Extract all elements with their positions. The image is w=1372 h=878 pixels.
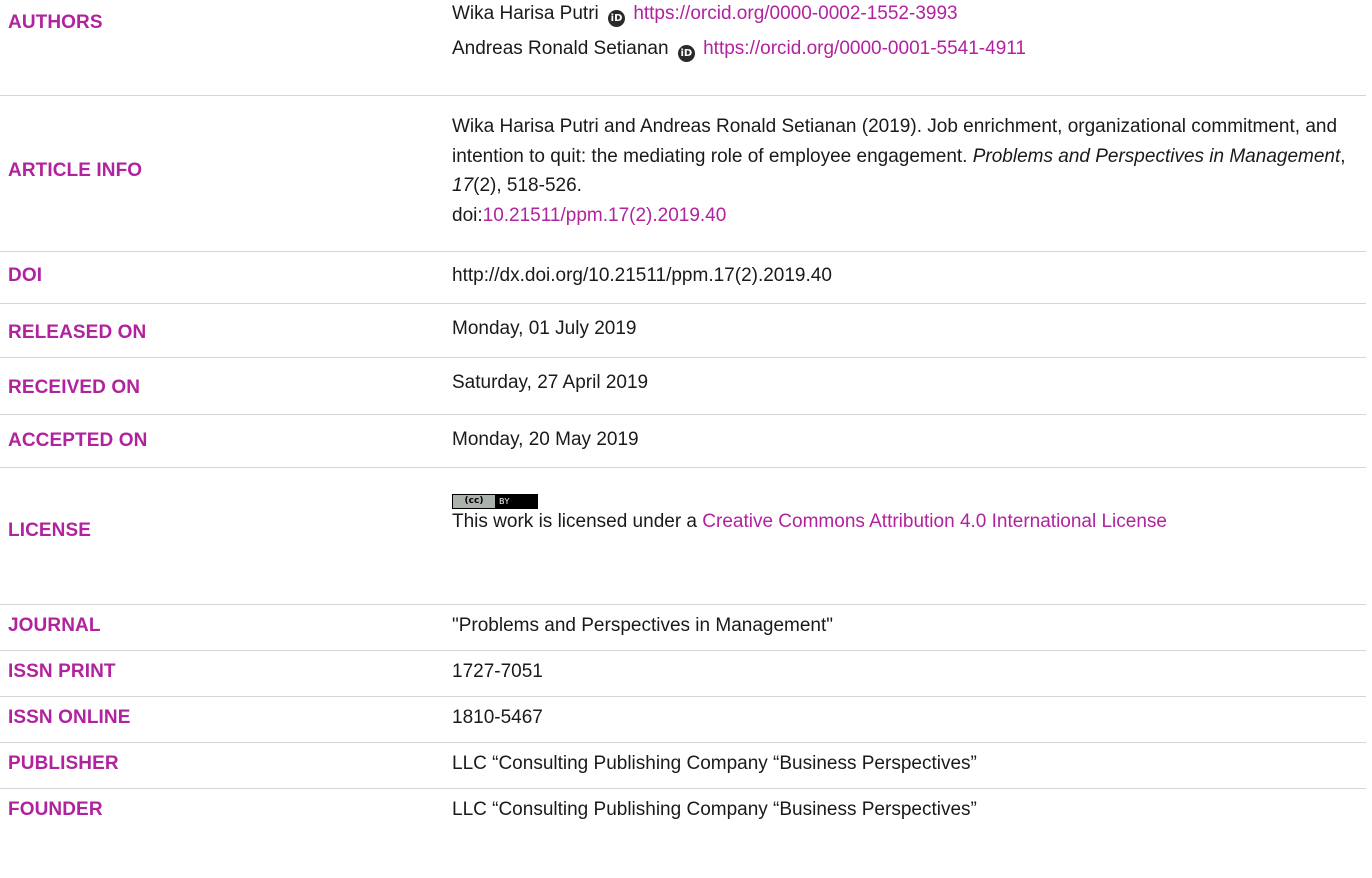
citation-sep: , — [1340, 145, 1346, 167]
founder-label: FOUNDER — [8, 799, 103, 820]
journal-value: "Problems and Perspectives in Management… — [452, 615, 834, 636]
orcid-link[interactable]: https://orcid.org/0000-0001-5541-4911 — [703, 38, 1026, 59]
authors-label: AUTHORS — [8, 12, 103, 33]
received-on-label: RECEIVED ON — [8, 377, 141, 398]
author-name: Wika Harisa Putri — [452, 3, 599, 24]
publisher-value: LLC “Consulting Publishing Company “Busi… — [452, 753, 977, 774]
citation-journal: Problems and Perspectives in Management — [972, 145, 1341, 167]
authors-row: AUTHORS Wika Harisa Putri iD https://orc… — [0, 0, 1366, 96]
orcid-icon: iD — [608, 10, 626, 27]
citation: Wika Harisa Putri and Andreas Ronald Set… — [452, 112, 1360, 230]
license-row: LICENSE (cc) BY This work is licensed un… — [0, 467, 1366, 605]
issn-online-row: ISSN ONLINE 1810-5467 — [0, 696, 1366, 743]
orcid-icon: iD — [677, 45, 695, 62]
founder-row: FOUNDER LLC “Consulting Publishing Compa… — [0, 788, 1366, 834]
citation-issue-pages: (2), 518-526. — [473, 175, 582, 196]
issn-online-label: ISSN ONLINE — [8, 707, 131, 728]
author-name: Andreas Ronald Setianan — [452, 38, 669, 59]
doi-value: http://dx.doi.org/10.21511/ppm.17(2).201… — [452, 265, 832, 286]
license-link[interactable]: Creative Commons Attribution 4.0 Interna… — [702, 511, 1167, 532]
license-text: This work is licensed under a — [452, 511, 703, 532]
publisher-label: PUBLISHER — [8, 753, 119, 774]
journal-row: JOURNAL "Problems and Perspectives in Ma… — [0, 604, 1366, 651]
article-info-label: ARTICLE INFO — [8, 160, 143, 181]
released-on-row: RELEASED ON Monday, 01 July 2019 — [0, 303, 1366, 358]
released-on-label: RELEASED ON — [8, 322, 147, 343]
doi-label: DOI — [8, 265, 43, 286]
article-info-row: ARTICLE INFO Wika Harisa Putri and Andre… — [0, 95, 1366, 252]
article-info-sheet: AUTHORS Wika Harisa Putri iD https://orc… — [0, 0, 1372, 878]
accepted-on-label: ACCEPTED ON — [8, 430, 148, 451]
received-on-row: RECEIVED ON Saturday, 27 April 2019 — [0, 357, 1366, 415]
authors-list: Wika Harisa Putri iD https://orcid.org/0… — [452, 0, 1360, 66]
accepted-on-value: Monday, 20 May 2019 — [452, 429, 639, 450]
author-entry: Andreas Ronald Setianan iD https://orcid… — [452, 31, 1360, 66]
citation-volume: 17 — [452, 175, 474, 196]
issn-online-value: 1810-5467 — [452, 707, 543, 728]
journal-label: JOURNAL — [8, 615, 101, 636]
accepted-on-row: ACCEPTED ON Monday, 20 May 2019 — [0, 414, 1366, 468]
license-value: (cc) BY This work is licensed under a Cr… — [452, 484, 1360, 537]
citation-doi-link[interactable]: 10.21511/ppm.17(2).2019.40 — [483, 205, 727, 226]
publisher-row: PUBLISHER LLC “Consulting Publishing Com… — [0, 742, 1366, 789]
author-entry: Wika Harisa Putri iD https://orcid.org/0… — [452, 0, 1360, 31]
founder-value: LLC “Consulting Publishing Company “Busi… — [452, 799, 977, 820]
license-label: LICENSE — [8, 520, 92, 541]
received-on-value: Saturday, 27 April 2019 — [452, 372, 649, 393]
issn-print-row: ISSN PRINT 1727-7051 — [0, 650, 1366, 697]
doi-row: DOI http://dx.doi.org/10.21511/ppm.17(2)… — [0, 251, 1366, 304]
released-on-value: Monday, 01 July 2019 — [452, 318, 637, 339]
doi-prefix: doi: — [452, 204, 483, 226]
issn-print-value: 1727-7051 — [452, 661, 543, 682]
orcid-link[interactable]: https://orcid.org/0000-0002-1552-3993 — [633, 3, 957, 24]
issn-print-label: ISSN PRINT — [8, 661, 116, 682]
